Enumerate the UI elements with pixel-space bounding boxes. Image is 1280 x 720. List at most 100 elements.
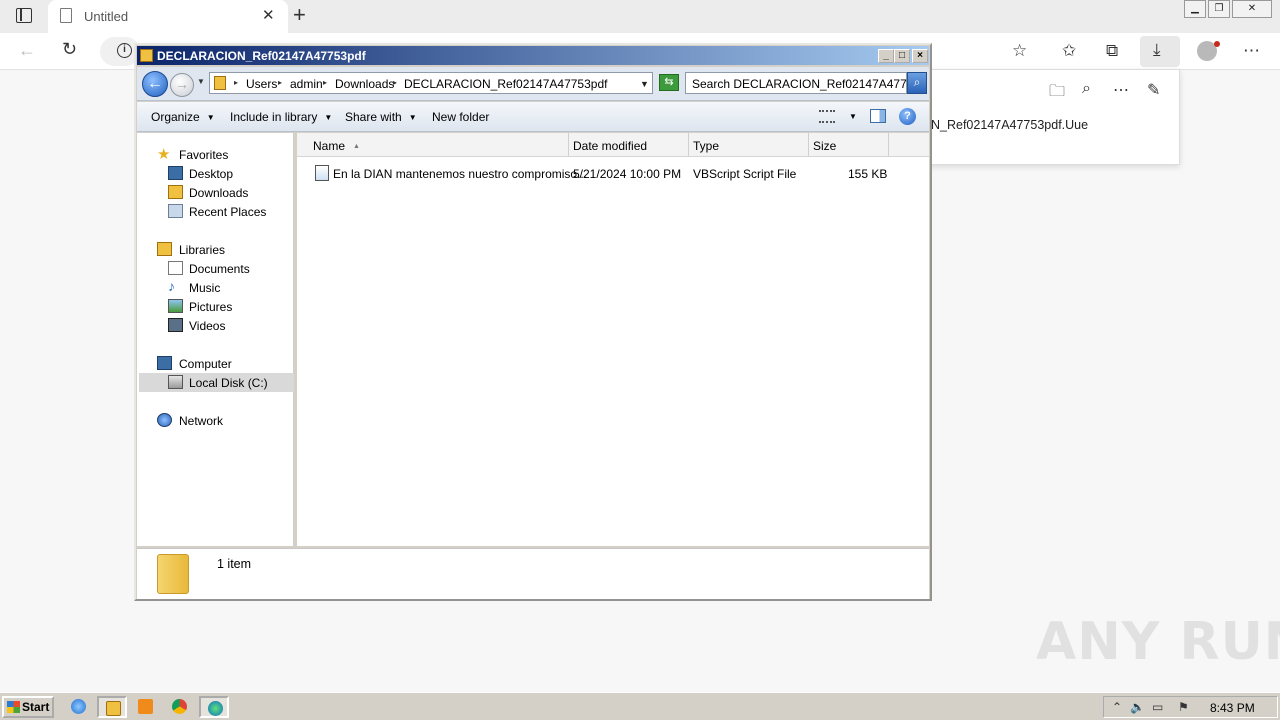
- new-tab-button[interactable]: +: [293, 2, 306, 28]
- column-header-name[interactable]: Name ▲: [309, 133, 569, 157]
- explorer-title-bar[interactable]: DECLARACION_Ref02147A47753pdf _ □ ×: [137, 46, 929, 65]
- tab-close-icon[interactable]: ✕: [262, 6, 275, 24]
- search-icon[interactable]: ⌕: [907, 72, 927, 94]
- favorites-icon[interactable]: ✩: [1062, 41, 1076, 61]
- breadcrumb-downloads[interactable]: Downloads: [335, 77, 394, 91]
- desktop-icon: [168, 166, 183, 180]
- minimize-button[interactable]: _: [878, 49, 894, 63]
- edge-icon: [208, 701, 223, 716]
- show-hidden-icons-icon[interactable]: ⌃: [1112, 700, 1122, 714]
- search-input[interactable]: Search DECLARACION_Ref02147A477...: [685, 72, 917, 94]
- share-with-button[interactable]: Share with ▼: [345, 110, 417, 124]
- start-button[interactable]: Start: [2, 696, 54, 718]
- include-in-library-button[interactable]: Include in library ▼: [230, 110, 332, 124]
- chevron-icon[interactable]: ▸: [278, 78, 282, 87]
- taskbar-explorer[interactable]: [97, 696, 127, 718]
- nav-item-favorites[interactable]: ★ Favorites: [139, 145, 294, 164]
- view-options-dropdown-icon[interactable]: ▼: [849, 112, 857, 121]
- nav-item-network[interactable]: Network: [139, 411, 294, 430]
- nav-item-videos[interactable]: Videos: [139, 316, 294, 335]
- folder-icon: [157, 554, 189, 594]
- column-header-size[interactable]: Size: [809, 133, 889, 157]
- column-headers: Name ▲ Date modified Type Size: [297, 133, 929, 157]
- more-menu-icon[interactable]: ⋯: [1243, 41, 1260, 61]
- videos-icon: [168, 318, 183, 332]
- taskbar-chrome[interactable]: [165, 696, 195, 718]
- nav-item-documents[interactable]: Documents: [139, 259, 294, 278]
- star-icon: ★: [157, 146, 171, 163]
- network-icon: [157, 413, 172, 427]
- nav-item-pictures[interactable]: Pictures: [139, 297, 294, 316]
- downloads-panel: 🗀 ⌕ ⋯ ✎ N_Ref02147A47753pdf.Uue: [928, 69, 1180, 165]
- command-bar: Organize ▼ Include in library ▼ Share with…: [137, 102, 929, 132]
- internet-explorer-icon: [71, 699, 86, 714]
- new-folder-button[interactable]: New folder: [432, 110, 489, 124]
- browser-close-button[interactable]: ✕: [1232, 0, 1272, 18]
- folder-icon: [214, 76, 226, 90]
- taskbar-edge[interactable]: [199, 696, 229, 718]
- forward-arrow-icon[interactable]: →: [170, 73, 194, 97]
- open-folder-icon[interactable]: 🗀: [1049, 80, 1065, 107]
- nav-item-downloads[interactable]: Downloads: [139, 183, 294, 202]
- nav-item-music[interactable]: ♪ Music: [139, 278, 294, 297]
- search-placeholder: Search DECLARACION_Ref02147A477...: [692, 77, 917, 91]
- refresh-icon[interactable]: ↻: [62, 39, 77, 60]
- chevron-icon[interactable]: ▸: [393, 78, 397, 87]
- maximize-button[interactable]: □: [894, 49, 910, 63]
- download-icon: ⤓: [1153, 40, 1161, 59]
- libraries-icon: [157, 242, 172, 256]
- browser-minimize-button[interactable]: ▁: [1184, 0, 1206, 18]
- info-icon[interactable]: i: [117, 43, 132, 58]
- taskbar-internet-explorer[interactable]: [64, 696, 94, 718]
- browser-restore-button[interactable]: ❐: [1208, 0, 1230, 18]
- browser-tab-bar: Untitled ✕ + ▁ ❐ ✕: [0, 0, 1280, 33]
- breadcrumb-admin[interactable]: admin: [290, 77, 323, 91]
- address-dropdown-icon[interactable]: ▼: [640, 79, 649, 89]
- column-header-date-modified[interactable]: Date modified: [569, 133, 689, 157]
- network-status-icon[interactable]: ▭: [1152, 700, 1163, 714]
- tab-actions-icon[interactable]: [16, 8, 32, 23]
- nav-item-local-disk[interactable]: Local Disk (C:): [139, 373, 294, 392]
- close-button[interactable]: ×: [912, 49, 928, 63]
- explorer-window: DECLARACION_Ref02147A47753pdf _ □ × ← → …: [134, 43, 932, 601]
- taskbar-media-player[interactable]: [131, 696, 161, 718]
- preview-pane-icon[interactable]: [870, 109, 886, 123]
- back-arrow-icon[interactable]: ←: [18, 40, 36, 61]
- chevron-icon[interactable]: ▸: [234, 78, 238, 87]
- address-bar[interactable]: ▸ Users ▸ admin ▸ Downloads ▸ DECLARACIO…: [209, 72, 653, 94]
- nav-item-recent-places[interactable]: Recent Places: [139, 202, 294, 221]
- search-icon[interactable]: ⌕: [1082, 80, 1091, 98]
- table-row[interactable]: En la DIAN mantenemos nuestro compromiso…: [311, 164, 911, 184]
- file-name: En la DIAN mantenemos nuestro compromiso…: [333, 167, 588, 181]
- breadcrumb-users[interactable]: Users: [246, 77, 277, 91]
- volume-icon[interactable]: 🔈: [1130, 700, 1145, 714]
- file-type: VBScript Script File: [693, 167, 797, 181]
- history-dropdown-icon[interactable]: ▼: [197, 77, 205, 86]
- file-list: Name ▲ Date modified Type Size En la DIAN…: [297, 133, 929, 546]
- navigation-bar: ← → ▼ ▸ Users ▸ admin ▸ Downloads ▸ DECL…: [137, 67, 929, 101]
- add-favorite-icon[interactable]: ☆: [1012, 41, 1027, 61]
- chevron-icon[interactable]: ▸: [323, 78, 327, 87]
- taskbar: Start ⌃ 🔈 ▭ ⚑ 8:43 PM: [0, 692, 1280, 720]
- refresh-icon[interactable]: ⇆: [659, 74, 679, 91]
- help-icon[interactable]: ?: [899, 108, 916, 125]
- nav-item-libraries[interactable]: Libraries: [139, 240, 294, 259]
- download-filename[interactable]: N_Ref02147A47753pdf.Uue: [931, 118, 1088, 132]
- profile-avatar[interactable]: [1197, 41, 1220, 61]
- breadcrumb-current-folder[interactable]: DECLARACION_Ref02147A47753pdf: [404, 77, 607, 91]
- nav-item-desktop[interactable]: Desktop: [139, 164, 294, 183]
- local-disk-icon: [168, 375, 183, 389]
- change-view-icon[interactable]: [819, 110, 835, 123]
- nav-item-computer[interactable]: Computer: [139, 354, 294, 373]
- pin-icon[interactable]: ✎: [1147, 80, 1160, 100]
- more-options-icon[interactable]: ⋯: [1113, 80, 1129, 100]
- column-header-type[interactable]: Type: [689, 133, 809, 157]
- collections-icon[interactable]: ⧉: [1106, 41, 1118, 61]
- action-center-flag-icon[interactable]: ⚑: [1178, 700, 1189, 714]
- vbscript-file-icon: [315, 165, 329, 181]
- organize-button[interactable]: Organize ▼: [151, 110, 215, 124]
- clock[interactable]: 8:43 PM: [1210, 701, 1255, 715]
- back-arrow-icon[interactable]: ←: [142, 71, 168, 97]
- browser-tab[interactable]: Untitled ✕: [48, 0, 288, 33]
- downloads-button[interactable]: ⤓: [1140, 36, 1180, 67]
